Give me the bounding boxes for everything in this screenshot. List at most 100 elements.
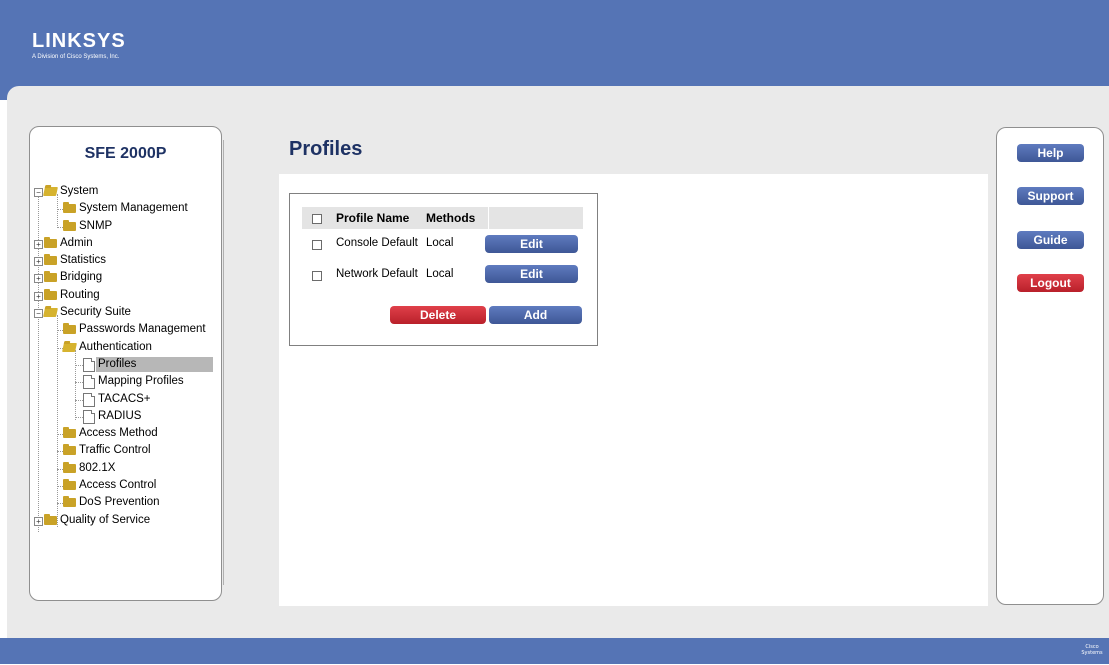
page-icon	[83, 392, 95, 407]
header-divider	[488, 207, 489, 229]
nav-system[interactable]: − System	[30, 184, 221, 201]
folder-icon	[63, 496, 76, 508]
nav-label: TACACS+	[98, 392, 151, 405]
linksys-logo: LINKSYS A Division of Cisco Systems, Inc…	[32, 30, 126, 60]
guide-button[interactable]: Guide	[1017, 231, 1084, 249]
row-methods: Local	[426, 237, 454, 249]
nav-label: Authentication	[79, 340, 152, 353]
nav-access-method[interactable]: Access Method	[30, 426, 221, 443]
folder-icon	[44, 513, 57, 525]
row-checkbox[interactable]	[312, 240, 322, 250]
expand-icon[interactable]: +	[34, 239, 43, 249]
nav-label: Profiles	[96, 356, 213, 372]
page-title: Profiles	[289, 138, 363, 160]
nav-label: SNMP	[79, 219, 113, 232]
support-button[interactable]: Support	[1017, 187, 1084, 205]
help-button[interactable]: Help	[1017, 144, 1084, 162]
folder-icon	[63, 444, 76, 456]
nav-label: Routing	[60, 288, 100, 301]
nav-access-control[interactable]: Access Control	[30, 478, 221, 495]
nav-admin[interactable]: + Admin	[30, 236, 221, 253]
logout-button[interactable]: Logout	[1017, 274, 1084, 292]
expand-icon[interactable]: +	[34, 291, 43, 301]
folder-icon	[44, 254, 57, 266]
row-profile-name: Network Default	[336, 268, 418, 280]
folder-open-icon	[62, 342, 77, 352]
page-icon	[83, 357, 95, 372]
select-all-checkbox[interactable]	[312, 214, 322, 224]
page-icon	[83, 375, 95, 390]
nav-radius[interactable]: RADIUS	[30, 409, 221, 426]
add-button[interactable]: Add	[489, 306, 582, 324]
folder-icon	[63, 219, 76, 231]
nav-label: Security Suite	[60, 306, 131, 319]
expand-icon[interactable]: +	[34, 274, 43, 284]
nav-dos-prevention[interactable]: DoS Prevention	[30, 495, 221, 512]
nav-label: System	[60, 185, 99, 197]
expand-icon[interactable]: +	[34, 516, 43, 526]
nav-traffic-control[interactable]: Traffic Control	[30, 443, 221, 460]
folder-open-icon	[43, 308, 58, 318]
tree-connector	[75, 382, 83, 384]
tree-connector	[75, 399, 83, 401]
nav-label: Mapping Profiles	[98, 375, 184, 388]
nav-snmp[interactable]: SNMP	[30, 219, 221, 236]
nav-label: Passwords Management	[79, 323, 206, 336]
nav-profiles[interactable]: Profiles	[30, 356, 221, 374]
tree-connector	[75, 416, 83, 418]
header-methods: Methods	[426, 211, 476, 225]
header-profile-name: Profile Name	[336, 211, 410, 225]
nav-passwords-management[interactable]: Passwords Management	[30, 322, 221, 339]
collapse-icon[interactable]: −	[34, 309, 43, 319]
nav-label: Access Control	[79, 479, 157, 492]
right-nav-panel: Help Support Guide Logout	[996, 127, 1104, 605]
bottom-banner: Cisco Systems	[0, 638, 1109, 665]
nav-system-management[interactable]: System Management	[30, 201, 221, 218]
nav-tree: − System System Management SNMP + Admin …	[30, 184, 221, 532]
nav-label: RADIUS	[98, 409, 142, 422]
folder-icon	[63, 323, 76, 335]
brand-name: LINKSYS	[32, 30, 126, 52]
edit-button[interactable]: Edit	[485, 265, 578, 283]
nav-tacacs[interactable]: TACACS+	[30, 392, 221, 409]
device-title: SFE 2000P	[84, 145, 167, 162]
nav-label: Admin	[60, 236, 93, 249]
row-profile-name: Console Default	[336, 237, 418, 249]
table-header: Profile Name Methods	[302, 207, 583, 229]
profiles-table: Profile Name Methods Console Default Loc…	[289, 193, 598, 346]
page-icon	[83, 409, 95, 424]
nav-label: Traffic Control	[79, 444, 151, 457]
nav-label: System Management	[79, 202, 188, 215]
left-nav-panel: SFE 2000P − System System Management SNM…	[29, 126, 222, 601]
folder-icon	[63, 461, 76, 473]
nav-label: Bridging	[60, 271, 103, 284]
nav-bridging[interactable]: + Bridging	[30, 270, 221, 287]
nav-security-suite[interactable]: − Security Suite	[30, 305, 221, 322]
delete-button[interactable]: Delete	[390, 306, 486, 324]
folder-icon	[63, 479, 76, 491]
folder-icon	[44, 236, 57, 248]
row-checkbox[interactable]	[312, 271, 322, 281]
top-banner: LINKSYS A Division of Cisco Systems, Inc…	[0, 0, 1109, 100]
row-methods: Local	[426, 268, 454, 280]
folder-icon	[44, 288, 57, 300]
nav-label: Access Method	[79, 427, 158, 440]
nav-label: Quality of Service	[60, 513, 151, 526]
cisco-logo-text: Cisco Systems	[1081, 644, 1103, 656]
expand-icon[interactable]: +	[34, 257, 43, 267]
nav-quality-of-service[interactable]: + Quality of Service	[30, 513, 221, 530]
edit-button[interactable]: Edit	[485, 235, 578, 253]
nav-routing[interactable]: + Routing	[30, 288, 221, 305]
nav-label: DoS Prevention	[79, 496, 160, 509]
nav-mapping-profiles[interactable]: Mapping Profiles	[30, 374, 221, 391]
panel-divider	[223, 140, 224, 585]
nav-statistics[interactable]: + Statistics	[30, 253, 221, 270]
nav-authentication[interactable]: Authentication	[30, 340, 221, 357]
nav-label: Statistics	[60, 254, 107, 267]
tree-connector	[75, 364, 83, 366]
cisco-logo: Cisco Systems	[1079, 644, 1105, 665]
collapse-icon[interactable]: −	[34, 188, 43, 197]
nav-8021x[interactable]: 802.1X	[30, 461, 221, 478]
brand-subtitle: A Division of Cisco Systems, Inc.	[32, 54, 120, 60]
folder-open-icon	[43, 187, 58, 196]
